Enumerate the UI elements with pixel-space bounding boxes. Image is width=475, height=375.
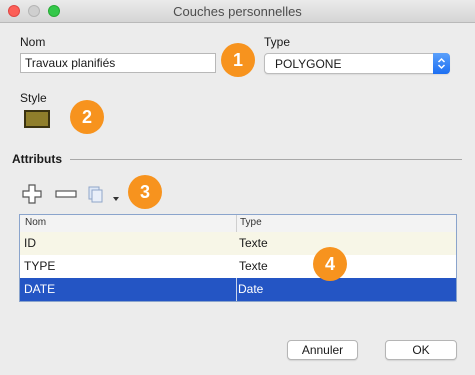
window-title: Couches personnelles xyxy=(173,4,302,19)
style-color-swatch[interactable] xyxy=(24,110,50,128)
copy-attribute-button[interactable] xyxy=(87,184,103,207)
callout-badge-3: 3 xyxy=(128,175,162,209)
type-label: Type xyxy=(264,35,291,49)
remove-attribute-button[interactable] xyxy=(55,187,77,204)
callout-badge-1: 1 xyxy=(221,43,255,77)
type-select[interactable]: POLYGONE xyxy=(264,53,450,74)
cancel-button[interactable]: Annuler xyxy=(287,340,358,360)
caret-down-icon xyxy=(113,197,119,201)
add-attribute-button[interactable] xyxy=(22,184,42,207)
attributes-table[interactable]: Nom Type ID Texte TYPE Texte DATE Date xyxy=(19,214,457,302)
table-header: Nom Type xyxy=(20,215,456,233)
type-select-value: POLYGONE xyxy=(275,57,342,71)
chevron-updown-icon[interactable] xyxy=(433,53,450,74)
table-row[interactable]: ID Texte xyxy=(20,232,456,255)
section-divider xyxy=(70,159,462,160)
style-label: Style xyxy=(20,91,47,105)
nom-label: Nom xyxy=(20,35,46,49)
cell-divider xyxy=(236,278,237,301)
row-name: ID xyxy=(24,236,36,250)
ok-button[interactable]: OK xyxy=(385,340,457,360)
row-type: Texte xyxy=(239,236,268,250)
minus-icon xyxy=(55,190,77,198)
callout-badge-2: 2 xyxy=(70,100,104,134)
column-divider[interactable] xyxy=(236,215,237,232)
row-type: Texte xyxy=(239,259,268,273)
plus-icon xyxy=(22,184,42,204)
row-name: DATE xyxy=(24,282,56,296)
callout-badge-4: 4 xyxy=(313,247,347,281)
column-header-nom[interactable]: Nom xyxy=(25,217,46,228)
table-row[interactable]: TYPE Texte xyxy=(20,255,456,278)
copy-dropdown-button[interactable] xyxy=(112,190,120,205)
table-row-selected[interactable]: DATE Date xyxy=(20,278,456,301)
attributes-section-label: Attributs xyxy=(12,152,62,166)
nom-input[interactable]: Travaux planifiés xyxy=(20,53,216,73)
copy-icon xyxy=(88,186,103,203)
title-bar: Couches personnelles xyxy=(0,0,475,23)
row-type: Date xyxy=(238,282,264,296)
column-header-type[interactable]: Type xyxy=(240,217,262,228)
row-name: TYPE xyxy=(24,259,56,273)
